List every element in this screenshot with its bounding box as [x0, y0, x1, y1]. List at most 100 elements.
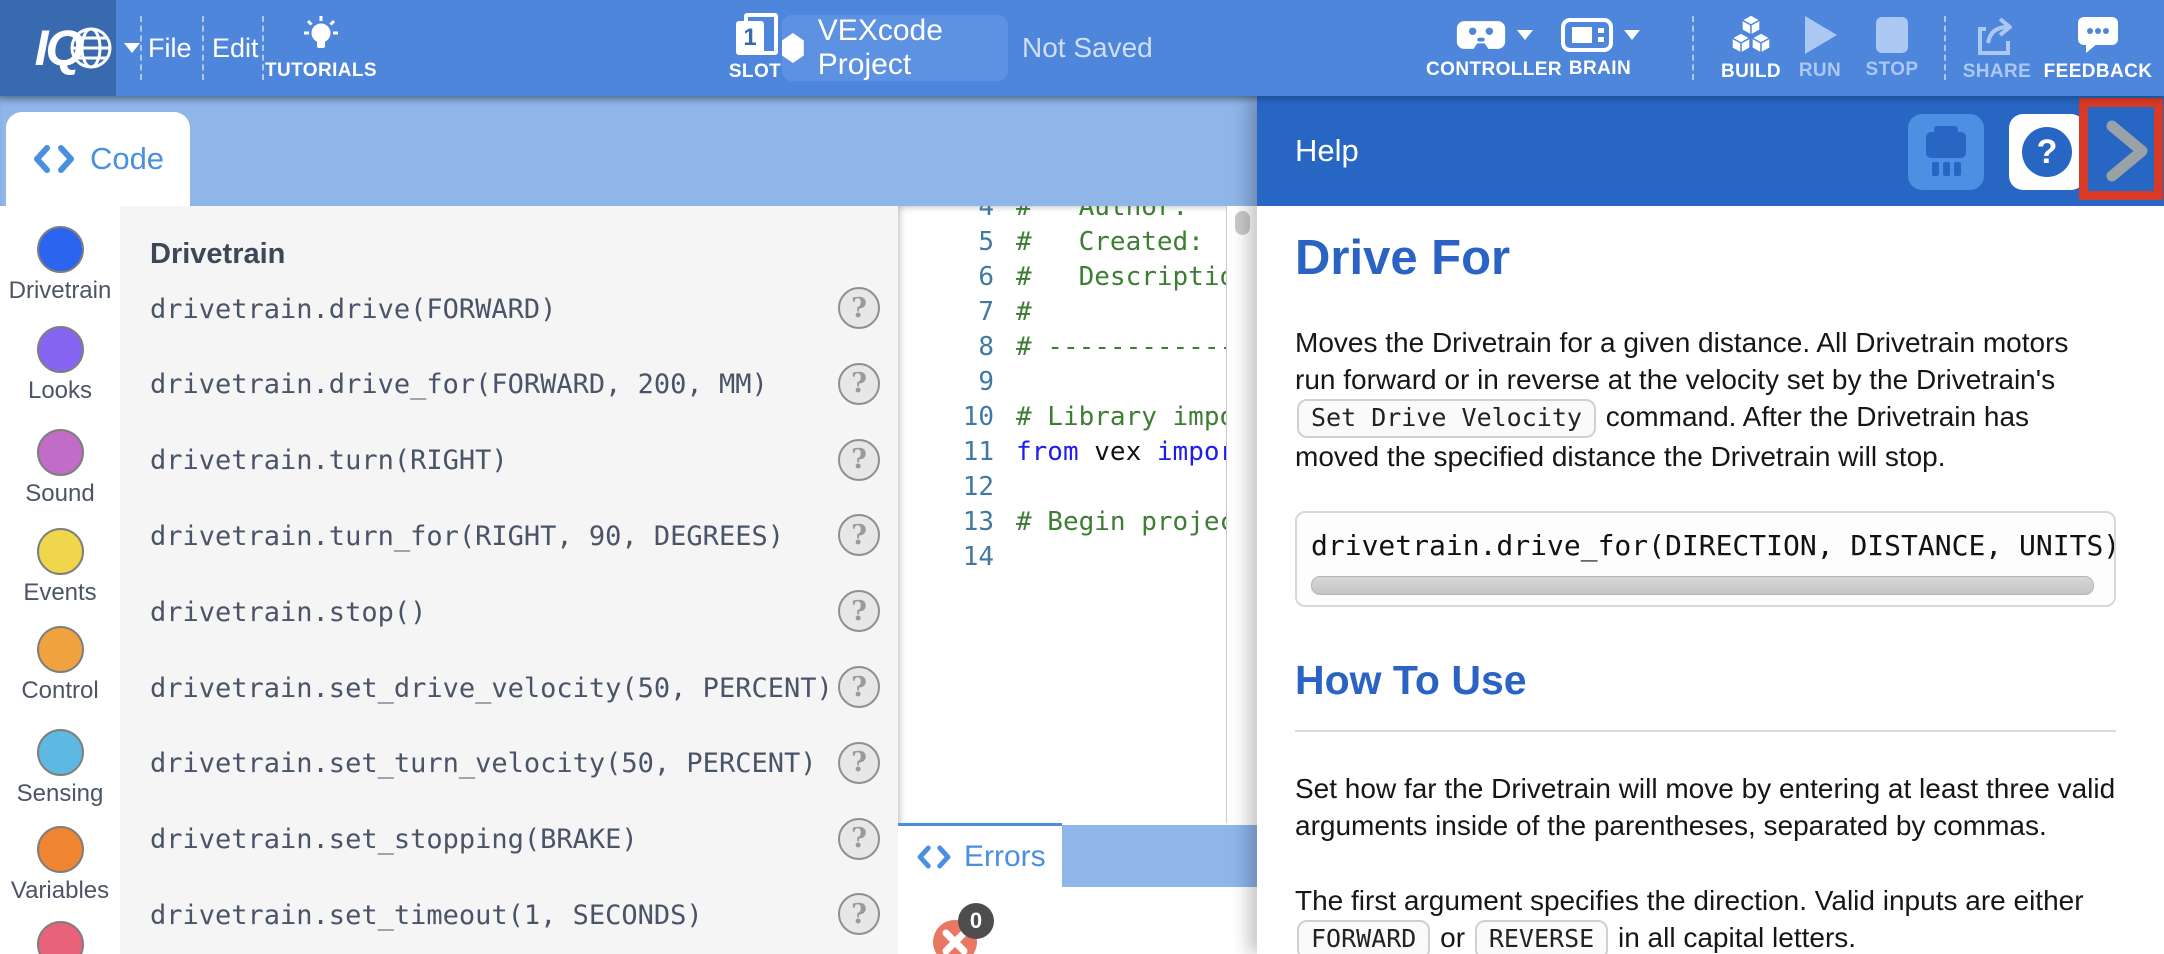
editor-lines: 4# Author:5# Created:6# Description:7#8#…	[898, 206, 1257, 574]
editor-line: 9	[898, 364, 1257, 399]
command-row[interactable]: drivetrain.drive_for(FORWARD, 200, MM)?	[120, 362, 898, 408]
category-partial[interactable]	[0, 921, 120, 954]
code-token: # Description:	[1016, 262, 1257, 292]
command-row[interactable]: drivetrain.turn_for(RIGHT, 90, DEGREES)?	[120, 513, 898, 559]
command-text[interactable]: drivetrain.drive(FORWARD)	[150, 294, 556, 325]
line-number: 10	[898, 402, 1016, 432]
toolbar-separator	[140, 16, 142, 80]
line-number: 6	[898, 262, 1016, 292]
edit-menu[interactable]: Edit	[212, 0, 259, 96]
brain-help-button[interactable]	[1908, 114, 1984, 190]
tutorials-button[interactable]: TUTORIALS	[268, 0, 374, 96]
command-help-button[interactable]: ?	[838, 590, 880, 632]
command-signature-box: drivetrain.drive_for(DIRECTION, DISTANCE…	[1295, 511, 2116, 607]
run-button[interactable]: RUN	[1792, 0, 1848, 96]
command-row[interactable]: drivetrain.set_timeout(1, SECONDS)?	[120, 892, 898, 938]
line-number: 4	[898, 206, 1016, 222]
command-text[interactable]: drivetrain.set_drive_velocity(50, PERCEN…	[150, 673, 833, 704]
category-sensing[interactable]: Sensing	[0, 729, 120, 808]
paragraph-text: The first argument specifies the directi…	[1295, 885, 2084, 916]
code-brackets-icon	[916, 844, 952, 870]
paragraph-text: in all capital letters.	[1610, 922, 1856, 953]
category-label: Control	[21, 677, 98, 705]
errors-panel: Errors 0	[898, 823, 1257, 954]
help-question-button[interactable]: ?	[2009, 114, 2085, 190]
build-button[interactable]: BUILD	[1712, 0, 1790, 96]
category-events[interactable]: Events	[0, 528, 120, 607]
command-text[interactable]: drivetrain.stop()	[150, 597, 426, 628]
language-menu[interactable]	[68, 0, 140, 96]
command-text[interactable]: drivetrain.set_stopping(BRAKE)	[150, 824, 638, 855]
category-dot-icon	[37, 729, 84, 776]
command-row[interactable]: drivetrain.set_drive_velocity(50, PERCEN…	[120, 665, 898, 711]
command-text[interactable]: drivetrain.turn(RIGHT)	[150, 445, 508, 476]
editor-scrollbar-thumb[interactable]	[1235, 211, 1250, 235]
line-number: 11	[898, 437, 1016, 467]
toolbar-separator	[262, 16, 264, 80]
controller-button[interactable]: CONTROLLER	[1448, 0, 1540, 96]
command-row[interactable]: drivetrain.set_turn_velocity(50, PERCENT…	[120, 741, 898, 787]
inline-code-chip: FORWARD	[1297, 920, 1430, 954]
brain-device-icon	[1908, 114, 1984, 190]
category-dot-icon	[37, 326, 84, 373]
project-name-button[interactable]: VEXcode Project	[782, 15, 1008, 81]
command-help-button[interactable]: ?	[838, 287, 880, 329]
category-control[interactable]: Control	[0, 626, 120, 705]
stop-square-icon	[1873, 15, 1911, 55]
command-row[interactable]: drivetrain.turn(RIGHT)?	[120, 438, 898, 484]
command-text[interactable]: drivetrain.set_timeout(1, SECONDS)	[150, 900, 703, 931]
command-signature: drivetrain.drive_for(DIRECTION, DISTANCE…	[1311, 529, 2100, 562]
category-looks[interactable]: Looks	[0, 326, 120, 405]
code-token: #	[1016, 297, 1032, 327]
code-brackets-icon	[32, 144, 76, 174]
category-variables[interactable]: Variables	[0, 826, 120, 905]
category-drivetrain[interactable]: Drivetrain	[0, 226, 120, 305]
file-menu[interactable]: File	[148, 0, 192, 96]
tab-errors[interactable]: Errors	[898, 823, 1062, 887]
editor-line: 6# Description:	[898, 259, 1257, 294]
brain-button[interactable]: BRAIN	[1552, 0, 1648, 96]
code-token: from	[1016, 437, 1079, 467]
line-number: 13	[898, 507, 1016, 537]
line-number: 14	[898, 542, 1016, 572]
command-row[interactable]: drivetrain.drive(FORWARD)?	[120, 286, 898, 332]
project-name: VEXcode Project	[818, 14, 1008, 82]
vexcode-iq-app: IQ File Edit	[0, 0, 2164, 954]
lightbulb-icon	[300, 14, 342, 56]
build-cubes-icon	[1726, 13, 1776, 57]
category-label: Variables	[11, 877, 109, 905]
editor-line: 5# Created:	[898, 224, 1257, 259]
command-text[interactable]: drivetrain.set_turn_velocity(50, PERCENT…	[150, 748, 816, 779]
command-help-button[interactable]: ?	[838, 893, 880, 935]
category-dot-icon	[37, 528, 84, 575]
toolbar-separator	[1692, 16, 1694, 80]
share-icon	[1974, 13, 2020, 57]
editor-line: 13# Begin project	[898, 504, 1257, 539]
category-rail: Drivetrain Looks Sound Events Control Sensing…	[0, 206, 120, 954]
code-token: # Library imports	[1016, 402, 1257, 432]
command-help-button[interactable]: ?	[838, 363, 880, 405]
category-sound[interactable]: Sound	[0, 429, 120, 508]
help-content: Drive For Moves the Drivetrain for a giv…	[1257, 206, 2164, 954]
category-label: Sensing	[17, 780, 104, 808]
errors-band	[1062, 825, 1257, 887]
command-help-button[interactable]: ?	[838, 818, 880, 860]
command-row[interactable]: drivetrain.stop()?	[120, 589, 898, 635]
tab-code[interactable]: Code	[6, 112, 190, 206]
command-text[interactable]: drivetrain.drive_for(FORWARD, 200, MM)	[150, 369, 768, 400]
save-status: Not Saved	[1022, 0, 1153, 96]
command-row[interactable]: drivetrain.set_stopping(BRAKE)?	[120, 817, 898, 863]
command-help-button[interactable]: ?	[838, 666, 880, 708]
share-button[interactable]: SHARE	[1960, 0, 2034, 96]
horizontal-scrollbar[interactable]	[1311, 576, 2094, 595]
code-editor[interactable]: 4# Author:5# Created:6# Description:7#8#…	[898, 206, 1257, 823]
help-paragraph: The first argument specifies the directi…	[1295, 882, 2116, 954]
editor-scrollbar-track[interactable]	[1226, 206, 1257, 823]
command-help-button[interactable]: ?	[838, 514, 880, 556]
command-text[interactable]: drivetrain.turn_for(RIGHT, 90, DEGREES)	[150, 521, 784, 552]
command-help-button[interactable]: ?	[838, 439, 880, 481]
command-help-button[interactable]: ?	[838, 742, 880, 784]
editor-line: 11from vex import	[898, 434, 1257, 469]
feedback-button[interactable]: FEEDBACK	[2042, 0, 2154, 96]
stop-button[interactable]: STOP	[1860, 0, 1924, 96]
